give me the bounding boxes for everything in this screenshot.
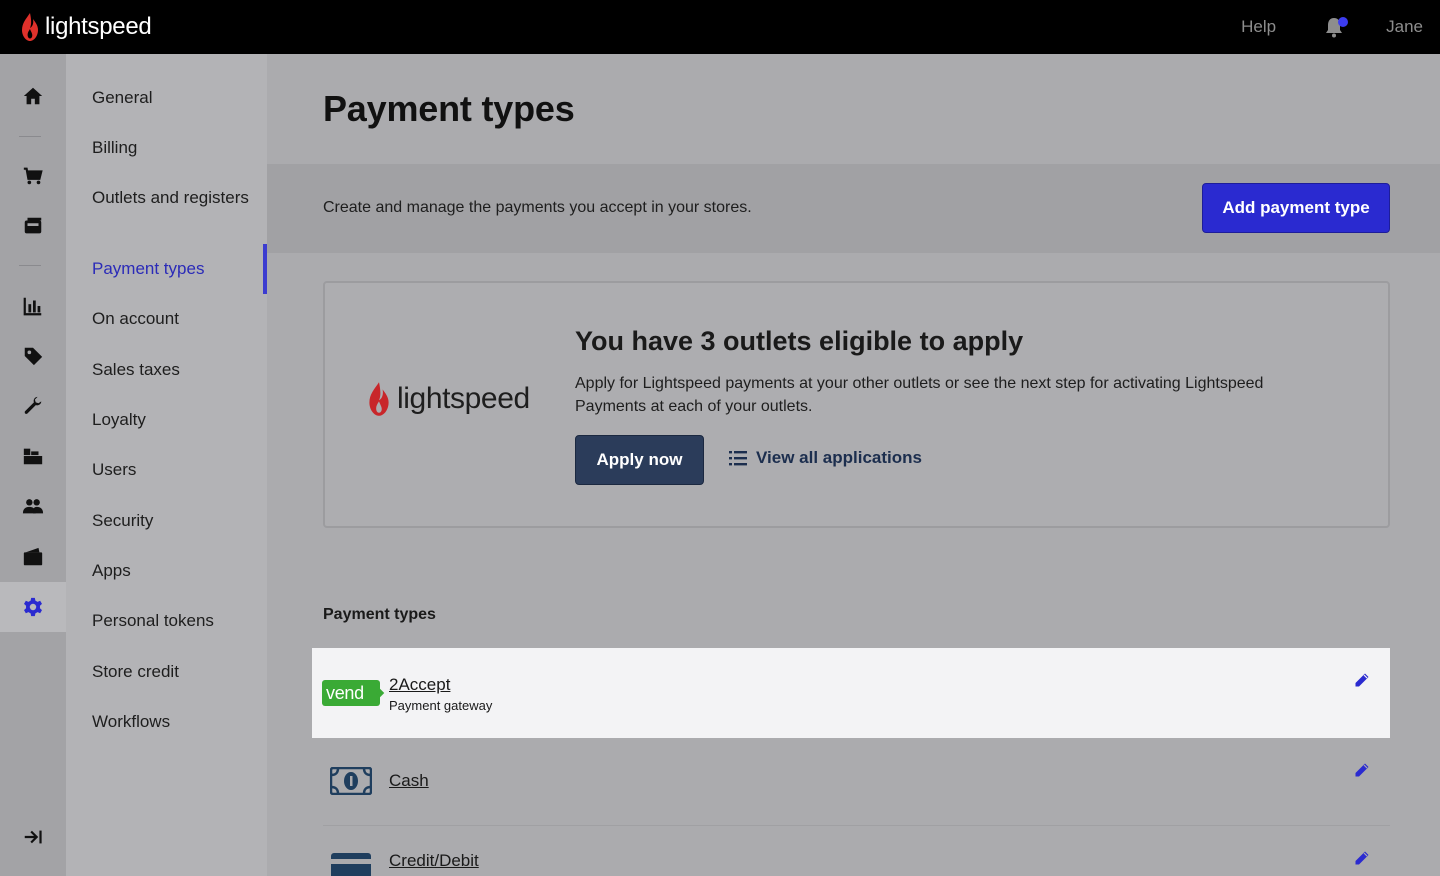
sidebar-item-apps[interactable]: Apps xyxy=(92,560,252,581)
notifications-button[interactable] xyxy=(1322,15,1349,39)
expand-sidebar-button[interactable] xyxy=(0,812,66,862)
nav-home[interactable] xyxy=(0,71,66,121)
lightspeed-logo: lightspeed xyxy=(367,380,530,418)
list-icon xyxy=(729,451,747,466)
sidebar-item-loyalty[interactable]: Loyalty xyxy=(92,409,252,430)
vend-logo: vend xyxy=(322,680,385,706)
pencil-icon[interactable] xyxy=(1354,762,1370,778)
payment-type-row[interactable]: Cash xyxy=(312,738,1390,826)
nav-register[interactable] xyxy=(0,201,66,251)
lightspeed-logo[interactable]: lightspeed xyxy=(20,0,152,54)
payment-type-row[interactable]: Credit/Debit xyxy=(312,826,1390,876)
top-bar: lightspeed Help Jane xyxy=(0,0,1440,54)
apply-now-button[interactable]: Apply now xyxy=(575,435,704,485)
payment-type-name[interactable]: Credit/Debit xyxy=(389,851,479,871)
tag-icon xyxy=(24,347,43,366)
reports-icon xyxy=(23,297,42,316)
payment-type-subtitle: Payment gateway xyxy=(389,698,493,713)
flame-icon xyxy=(369,382,389,416)
nav-sell[interactable] xyxy=(0,151,66,201)
wrench-icon xyxy=(24,396,42,414)
payment-type-row[interactable]: vend 2Accept Payment gateway xyxy=(312,648,1390,738)
help-link[interactable]: Help xyxy=(1241,17,1276,37)
rail-divider xyxy=(19,265,41,266)
pencil-icon[interactable] xyxy=(1354,850,1370,866)
icon-rail xyxy=(0,54,66,876)
promo-title: You have 3 outlets eligible to apply xyxy=(575,326,1024,356)
sidebar-item-store-credit[interactable]: Store credit xyxy=(92,661,252,682)
nav-reports[interactable] xyxy=(0,281,66,331)
sidebar-item-general[interactable]: General xyxy=(92,87,252,108)
view-all-applications-link[interactable]: View all applications xyxy=(729,448,922,468)
promo-text: Apply for Lightspeed payments at your ot… xyxy=(575,375,1264,415)
cart-icon xyxy=(23,167,43,185)
flame-icon xyxy=(22,13,38,41)
lightspeed-payments-promo: lightspeed You have 3 outlets eligible t… xyxy=(323,281,1390,528)
nav-inventory[interactable] xyxy=(0,431,66,481)
main-content: Payment types Create and manage the paym… xyxy=(267,54,1440,876)
promo-brand-name: lightspeed xyxy=(397,382,530,415)
gear-icon xyxy=(24,597,42,617)
pencil-icon[interactable] xyxy=(1354,672,1370,688)
inventory-icon xyxy=(23,448,43,465)
sidebar-item-workflows[interactable]: Workflows xyxy=(92,711,252,732)
expand-icon xyxy=(24,830,42,844)
brand-name: lightspeed xyxy=(45,13,152,40)
notification-dot xyxy=(1338,17,1349,27)
vend-badge-text: vend xyxy=(326,682,364,703)
cash-icon xyxy=(330,767,372,795)
nav-customers[interactable] xyxy=(0,481,66,531)
sidebar-item-sales-taxes[interactable]: Sales taxes xyxy=(92,359,252,380)
nav-settings[interactable] xyxy=(0,582,66,632)
sidebar-item-outlets-and-registers[interactable]: Outlets and registers xyxy=(92,187,252,208)
wallet-icon xyxy=(23,547,43,566)
sidebar-item-users[interactable]: Users xyxy=(92,459,252,480)
sidebar-item-security[interactable]: Security xyxy=(92,510,252,531)
nav-setup[interactable] xyxy=(0,381,66,431)
sidebar-item-on-account[interactable]: On account xyxy=(92,308,252,329)
nav-catalog[interactable] xyxy=(0,331,66,381)
settings-sidebar: General Billing Outlets and registers Pa… xyxy=(66,54,267,876)
page-title: Payment types xyxy=(323,88,575,129)
nav-payments[interactable] xyxy=(0,532,66,582)
home-icon xyxy=(23,87,43,105)
register-icon xyxy=(24,217,42,234)
sidebar-item-billing[interactable]: Billing xyxy=(92,137,252,158)
payment-type-name[interactable]: 2Accept xyxy=(389,675,450,695)
payment-types-section-label: Payment types xyxy=(323,606,436,623)
sidebar-item-payment-types[interactable]: Payment types xyxy=(92,258,252,279)
rail-divider xyxy=(19,136,41,137)
customers-icon xyxy=(22,499,44,514)
sidebar-item-personal-tokens[interactable]: Personal tokens xyxy=(92,610,252,631)
page-subheader: Create and manage the payments you accep… xyxy=(267,164,1440,253)
card-icon xyxy=(331,853,371,876)
view-all-label: View all applications xyxy=(756,448,922,467)
user-menu[interactable]: Jane xyxy=(1386,17,1423,37)
add-payment-type-button[interactable]: Add payment type xyxy=(1202,183,1390,233)
payment-type-name[interactable]: Cash xyxy=(389,771,429,791)
page-description: Create and manage the payments you accep… xyxy=(323,199,752,216)
